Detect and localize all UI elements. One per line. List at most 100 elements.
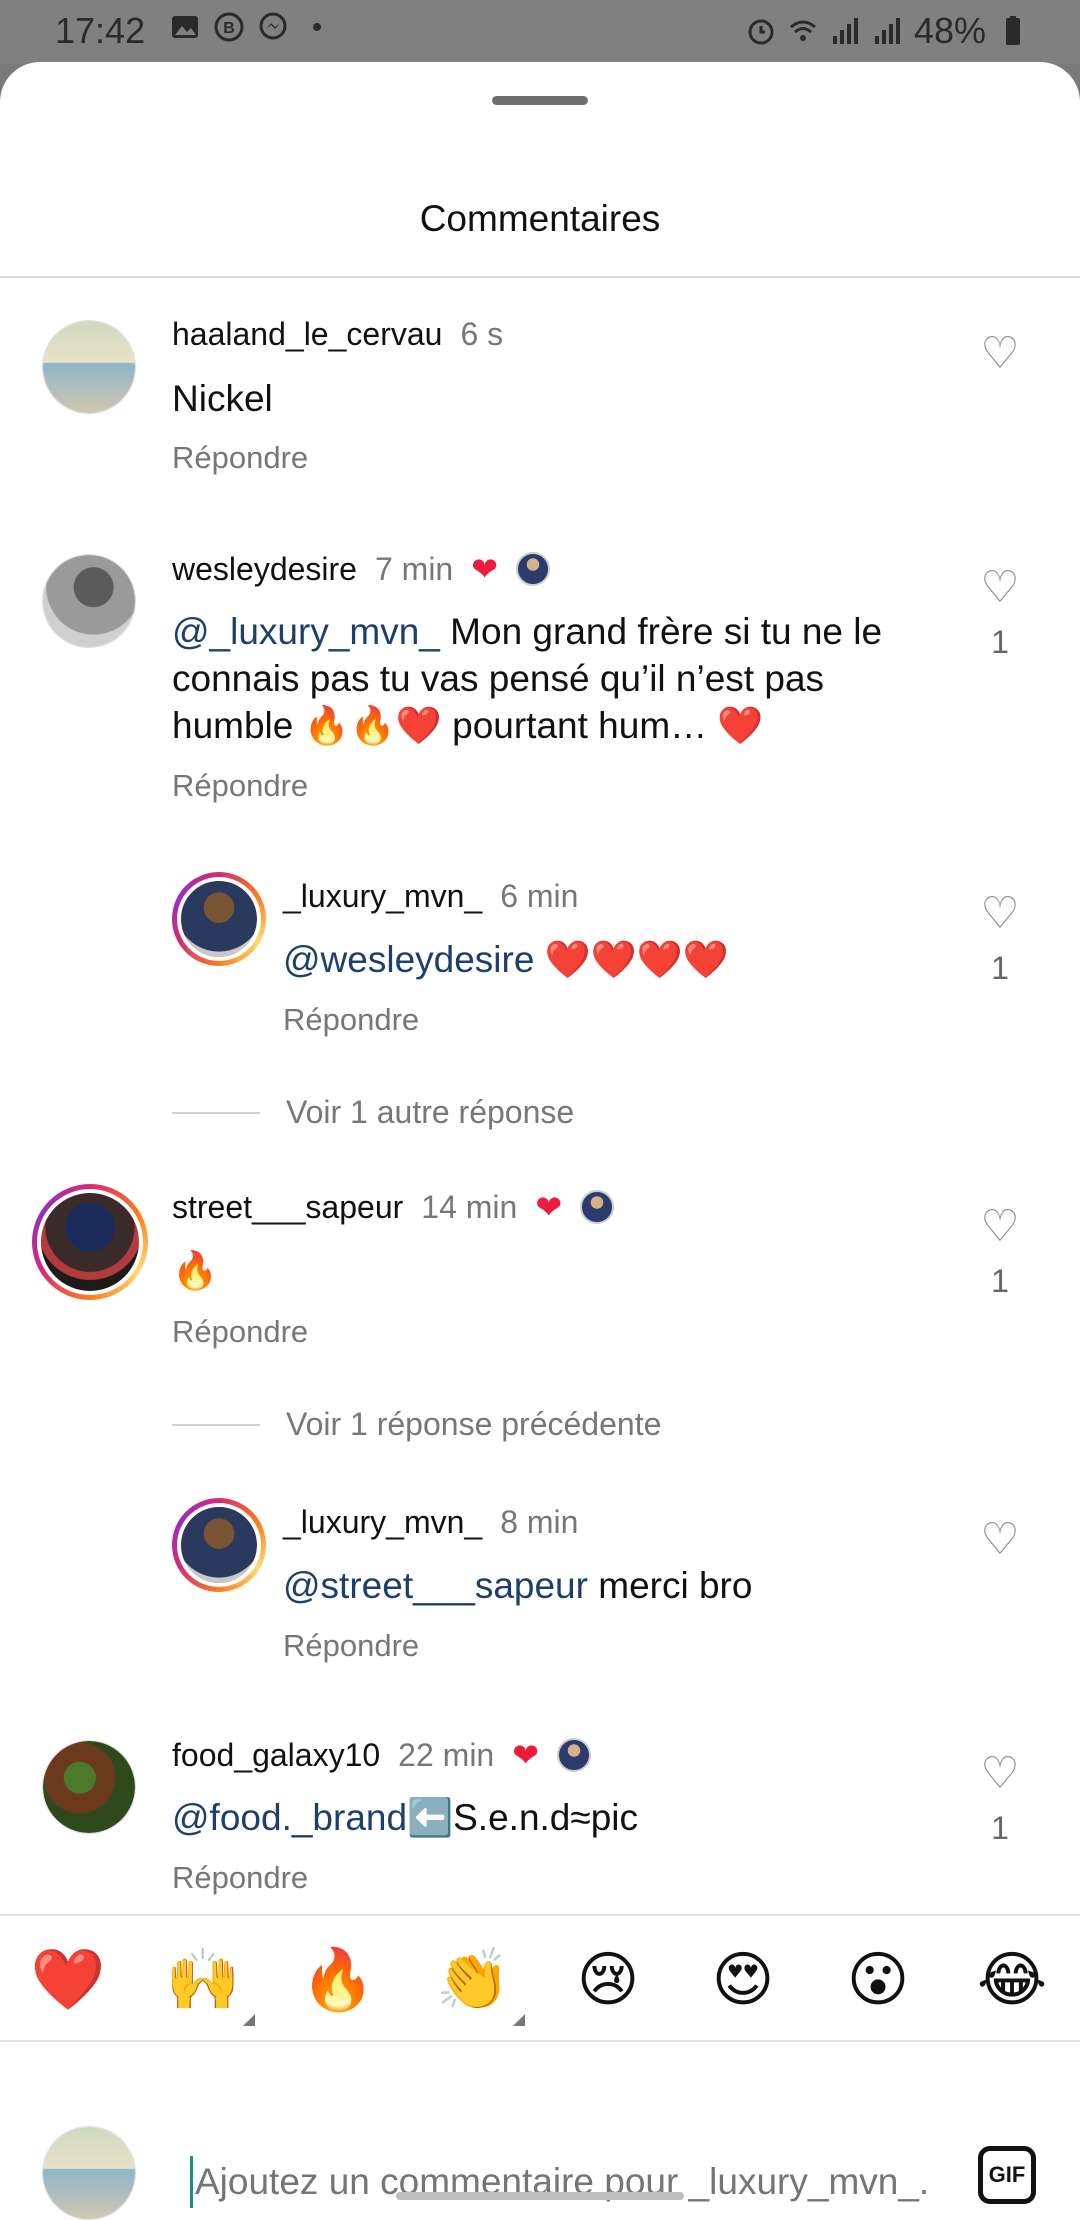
avatar[interactable] (172, 1498, 266, 1592)
alarm-icon (748, 19, 774, 45)
comment-body: ⬅️S.e.n.d≈pic (407, 1797, 638, 1838)
comment-text: @food._brand⬅️S.e.n.d≈pic (172, 1794, 922, 1841)
system-icons: 48% (746, 10, 1028, 52)
view-more-replies[interactable]: Voir 1 autre réponse (172, 1094, 574, 1131)
emoji-fire-button[interactable]: 🔥 (298, 1944, 378, 2016)
comment-meta: _luxury_mvn_ 8 min (283, 1504, 578, 1541)
emoji-reaction-bar: ❤️ 🙌 🔥 👏 😢 😍 😮 😂 (0, 1914, 1080, 2042)
timestamp: 22 min (398, 1736, 495, 1773)
comment-meta: _luxury_mvn_ 6 min (283, 878, 578, 915)
gif-button[interactable]: GIF (978, 2146, 1036, 2204)
mention-link[interactable]: @food._brand (172, 1797, 407, 1838)
comment-meta: haaland_le_cervau 6 s (172, 316, 503, 353)
reply-button[interactable]: Répondre (172, 1860, 308, 1896)
comment-meta: food_galaxy10 22 min ❤ (172, 1736, 592, 1774)
emoji-clap: 👏 (435, 1946, 511, 2013)
author-mini-avatar (516, 552, 551, 586)
comment-meta: wesleydesire 7 min ❤ (172, 550, 551, 588)
comment-text: 🔥 (172, 1247, 922, 1294)
like-button[interactable]: ♡ 1 (970, 892, 1030, 987)
emoji-surprised-button[interactable]: 😮 (838, 1944, 918, 2016)
comment-text: @wesleydesire ❤️❤️❤️❤️ (283, 936, 943, 983)
view-previous-replies[interactable]: Voir 1 réponse précédente (172, 1406, 661, 1443)
username[interactable]: _luxury_mvn_ (283, 1504, 482, 1541)
emoji-raised-hands-button[interactable]: 🙌 (163, 1944, 255, 2026)
dot-icon (313, 23, 321, 31)
comment-body: merci bro (587, 1565, 753, 1606)
heart-outline-icon: ♡ (980, 563, 1020, 612)
avatar[interactable] (32, 1184, 148, 1300)
heart-outline-icon: ♡ (980, 329, 1020, 378)
username[interactable]: street___sapeur (172, 1189, 403, 1226)
emoji-clap-button[interactable]: 👏 (433, 1944, 525, 2026)
battery-percent: 48% (913, 10, 986, 51)
heart-outline-icon: ♡ (980, 1749, 1020, 1798)
signal-icon (832, 18, 858, 44)
like-button[interactable]: ♡ 1 (970, 1205, 1030, 1300)
comment-text: @street___sapeur merci bro (283, 1562, 943, 1609)
comment-body: ❤️❤️❤️❤️ (534, 939, 729, 980)
heart-outline-icon: ♡ (980, 889, 1020, 938)
author-mini-avatar (557, 1738, 592, 1772)
like-button[interactable]: ♡ 1 (970, 566, 1030, 661)
heart-outline-icon: ♡ (980, 1202, 1020, 1251)
gallery-icon (172, 16, 198, 38)
like-count: 1 (991, 950, 1009, 986)
divider (172, 1423, 260, 1426)
skin-tone-indicator-icon (513, 2014, 525, 2026)
mention-link[interactable]: @_luxury_mvn_ (172, 611, 440, 652)
like-button[interactable]: ♡ (970, 1518, 1030, 1562)
like-button[interactable]: ♡ 1 (970, 1752, 1030, 1847)
comment-body: Nickel (172, 378, 273, 419)
view-replies-label: Voir 1 réponse précédente (286, 1406, 662, 1442)
timestamp: 6 s (460, 316, 504, 352)
username[interactable]: wesleydesire (172, 551, 357, 588)
heart-outline-icon: ♡ (980, 1515, 1020, 1564)
mention-link[interactable]: @street___sapeur (283, 1565, 588, 1606)
status-bar: 17:42 B 48% (0, 0, 1080, 64)
status-time: 17:42 (55, 10, 146, 51)
like-count: 1 (991, 1810, 1009, 1846)
reply-button[interactable]: Répondre (283, 1002, 419, 1038)
timestamp: 8 min (500, 1504, 579, 1540)
current-user-avatar (42, 2126, 136, 2220)
comments-sheet: Commentaires haaland_le_cervau 6 s Nicke… (0, 62, 1080, 2220)
liked-by-author-heart-icon: ❤ (512, 1737, 540, 1773)
emoji-laughing-button[interactable]: 😂 (972, 1944, 1052, 2016)
divider (172, 1111, 260, 1114)
comment-meta: street___sapeur 14 min ❤ (172, 1188, 615, 1226)
view-replies-label: Voir 1 autre réponse (286, 1094, 575, 1130)
username[interactable]: haaland_le_cervau (172, 316, 442, 353)
avatar[interactable] (42, 320, 136, 414)
emoji-heart-eyes-button[interactable]: 😍 (703, 1944, 783, 2016)
like-count: 1 (991, 624, 1009, 660)
signal-2-icon (874, 18, 900, 44)
liked-by-author-heart-icon: ❤ (471, 551, 499, 587)
drag-handle[interactable] (492, 96, 588, 105)
reply-button[interactable]: Répondre (172, 1314, 308, 1350)
b-app-icon: B (214, 12, 244, 42)
timestamp: 7 min (374, 550, 454, 587)
comment-text: @_luxury_mvn_ Mon grand frère si tu ne l… (172, 608, 922, 749)
avatar[interactable] (42, 1740, 136, 1834)
reply-button[interactable]: Répondre (172, 768, 308, 804)
wifi-icon (789, 20, 816, 41)
emoji-crying-button[interactable]: 😢 (568, 1944, 648, 2016)
avatar[interactable] (172, 872, 266, 966)
emoji-raised-hands: 🙌 (165, 1946, 241, 2013)
emoji-heart-button[interactable]: ❤️ (28, 1944, 108, 2016)
notification-icons: B (170, 12, 332, 42)
home-indicator[interactable] (396, 2192, 684, 2200)
like-button[interactable]: ♡ (970, 332, 1030, 376)
divider (0, 276, 1080, 278)
timestamp: 14 min (421, 1188, 518, 1225)
skin-tone-indicator-icon (243, 2014, 255, 2026)
avatar[interactable] (42, 554, 136, 648)
reply-button[interactable]: Répondre (283, 1628, 419, 1664)
comment-input[interactable] (190, 2156, 932, 2208)
mention-link[interactable]: @wesleydesire (283, 939, 534, 980)
username[interactable]: _luxury_mvn_ (283, 878, 482, 915)
svg-text:B: B (223, 20, 235, 37)
username[interactable]: food_galaxy10 (172, 1737, 380, 1774)
reply-button[interactable]: Répondre (172, 440, 308, 476)
